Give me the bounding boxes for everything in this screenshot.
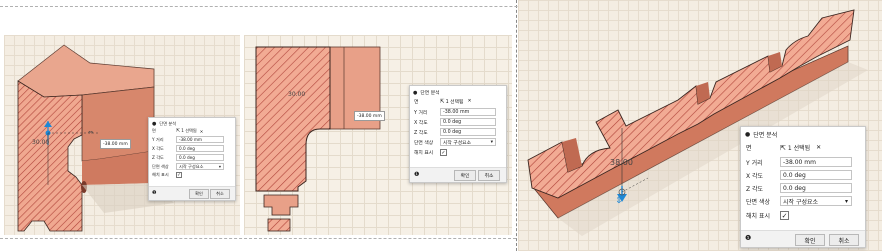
distance-field-value: -38.00 mm: [443, 109, 470, 115]
ok-button-label: 확인: [460, 174, 470, 179]
ok-button[interactable]: 확인: [454, 170, 476, 181]
show-hatch-checkbox[interactable]: ✓: [176, 172, 182, 178]
distance-label: Y 거리: [152, 136, 164, 142]
x-angle-label: X 각도: [414, 120, 428, 126]
cursor-icon: ⇱: [780, 143, 786, 152]
section-color-select[interactable]: 시작 구성요소 ▾: [440, 138, 496, 146]
show-hatch-label: 해치 표시: [414, 151, 434, 156]
x-angle-field[interactable]: 0.0 deg: [440, 118, 496, 126]
chevron-down-icon: ▾: [218, 164, 221, 169]
info-icon[interactable]: ❶: [745, 234, 751, 242]
section-color-value: 시작 구성요소: [783, 198, 819, 206]
check-icon: ✓: [781, 211, 788, 220]
ok-button-label: 확인: [195, 191, 203, 196]
section-color-label: 단면 색상: [746, 198, 770, 206]
distance-label: Y 거리: [414, 110, 428, 116]
separator-horizontal-bottom: [0, 238, 516, 239]
section-color-label: 단면 색상: [414, 140, 434, 146]
check-icon: ✓: [441, 149, 446, 156]
ok-button[interactable]: 확인: [189, 189, 209, 199]
distance-field[interactable]: -38.00 mm: [780, 157, 852, 167]
section-color-value: 시작 구성요소: [179, 163, 204, 169]
section-color-value: 시작 구성요소: [443, 140, 472, 146]
z-angle-field[interactable]: 0.0 deg: [440, 128, 496, 136]
dialog-footer: ❶ 확인 취소: [410, 167, 506, 182]
dialog-header[interactable]: ● 단면 분석: [741, 127, 865, 141]
face-label: 면: [414, 100, 419, 105]
close-icon[interactable]: ✕: [467, 99, 471, 104]
z-angle-field[interactable]: 0.0 deg: [780, 183, 852, 193]
z-angle-field[interactable]: 0.0 deg: [176, 154, 224, 161]
show-hatch-label: 해치 표시: [152, 172, 169, 177]
dimension-label: 30.00: [288, 91, 306, 98]
distance-field-value: -38.00 mm: [179, 137, 202, 142]
cancel-button-label: 취소: [484, 174, 494, 179]
check-icon: ✓: [177, 172, 181, 178]
collapse-icon[interactable]: ●: [745, 131, 750, 138]
z-angle-label: Z 각도: [152, 154, 164, 160]
face-label: 면: [152, 128, 156, 133]
chevron-down-icon: ▾: [490, 139, 493, 145]
distance-tag-value: -38.00 mm: [357, 113, 382, 119]
chevron-down-icon: ▾: [844, 197, 848, 205]
dialog-footer: ❶ 확인 취소: [741, 230, 865, 247]
dialog-title: 단면 분석: [159, 120, 177, 126]
manipulator-arrow-icon[interactable]: ⇔: [88, 129, 93, 136]
face-select-button[interactable]: 1 선택됨: [446, 98, 464, 105]
info-icon[interactable]: ❶: [414, 171, 419, 178]
section-analysis-dialog-3: ● 단면 분석 면 ⇱ 1 선택됨 ✕ Y 거리 -38.00 mm X 각도 …: [740, 126, 866, 248]
distance-tag-value: -38.00 mm: [103, 141, 128, 147]
dimension-label: 30.00: [32, 139, 50, 146]
dialog-title: 단면 분석: [753, 131, 778, 139]
z-angle-label: Z 각도: [746, 185, 764, 193]
x-angle-field-value: 0.0 deg: [179, 146, 195, 151]
dialog-title: 단면 분석: [420, 91, 440, 96]
distance-field-value: -38.00 mm: [783, 158, 816, 166]
cancel-button[interactable]: 취소: [829, 234, 859, 246]
face-select-button[interactable]: 1 선택됨: [181, 128, 197, 134]
separator-vertical: [516, 0, 517, 251]
collapse-icon[interactable]: ●: [413, 90, 417, 96]
info-icon[interactable]: ❶: [152, 190, 156, 196]
section-color-select[interactable]: 시작 구성요소 ▾: [780, 196, 852, 206]
collapse-icon[interactable]: ●: [152, 121, 156, 127]
close-icon[interactable]: ✕: [816, 144, 821, 151]
cursor-icon: ⇱: [176, 128, 181, 134]
distance-label: Y 거리: [746, 159, 763, 167]
show-hatch-checkbox[interactable]: ✓: [440, 149, 447, 156]
section-color-select[interactable]: 시작 구성요소 ▾: [176, 163, 224, 170]
show-hatch-label: 해치 표시: [746, 213, 770, 220]
x-angle-field[interactable]: 0.0 deg: [780, 170, 852, 180]
z-angle-field-value: 0.0 deg: [179, 155, 195, 160]
manipulator-arrow-icon[interactable]: ⇕: [615, 196, 623, 206]
dimension-label: 38.00: [610, 158, 633, 167]
x-angle-field-value: 0.0 deg: [783, 171, 806, 179]
section-analysis-dialog-1: ● 단면 분석 면 ⇱ 1 선택됨 ✕ Y 거리 -38.00 mm X 각도 …: [148, 117, 236, 201]
section-color-label: 단면 색상: [152, 163, 169, 169]
x-angle-label: X 각도: [746, 172, 764, 180]
x-angle-field-value: 0.0 deg: [443, 119, 462, 125]
dialog-footer: ❶ 확인 취소: [149, 186, 235, 200]
ok-button-label: 확인: [804, 237, 816, 245]
face-select-button[interactable]: 1 선택됨: [788, 143, 810, 152]
x-angle-label: X 각도: [152, 145, 164, 151]
close-icon[interactable]: ✕: [200, 129, 204, 134]
distance-field[interactable]: -38.00 mm: [176, 136, 224, 143]
cancel-button[interactable]: 취소: [210, 189, 230, 199]
z-angle-field-value: 0.0 deg: [443, 129, 462, 135]
z-angle-label: Z 각도: [414, 130, 428, 136]
ok-button[interactable]: 확인: [795, 234, 825, 246]
cursor-icon: ⇱: [440, 98, 445, 105]
cancel-button-label: 취소: [838, 237, 850, 245]
distance-input-tag[interactable]: -38.00 mm: [100, 139, 131, 149]
cancel-button[interactable]: 취소: [478, 170, 500, 181]
z-angle-field-value: 0.0 deg: [783, 184, 806, 192]
distance-input-tag[interactable]: -38.00 mm: [354, 111, 385, 121]
x-angle-field[interactable]: 0.0 deg: [176, 145, 224, 152]
cancel-button-label: 취소: [216, 191, 224, 196]
section-analysis-dialog-2: ● 단면 분석 면 ⇱ 1 선택됨 ✕ Y 거리 -38.00 mm X 각도 …: [409, 85, 507, 183]
face-label: 면: [746, 145, 752, 152]
show-hatch-checkbox[interactable]: ✓: [780, 211, 789, 220]
distance-field[interactable]: -38.00 mm: [440, 108, 496, 116]
